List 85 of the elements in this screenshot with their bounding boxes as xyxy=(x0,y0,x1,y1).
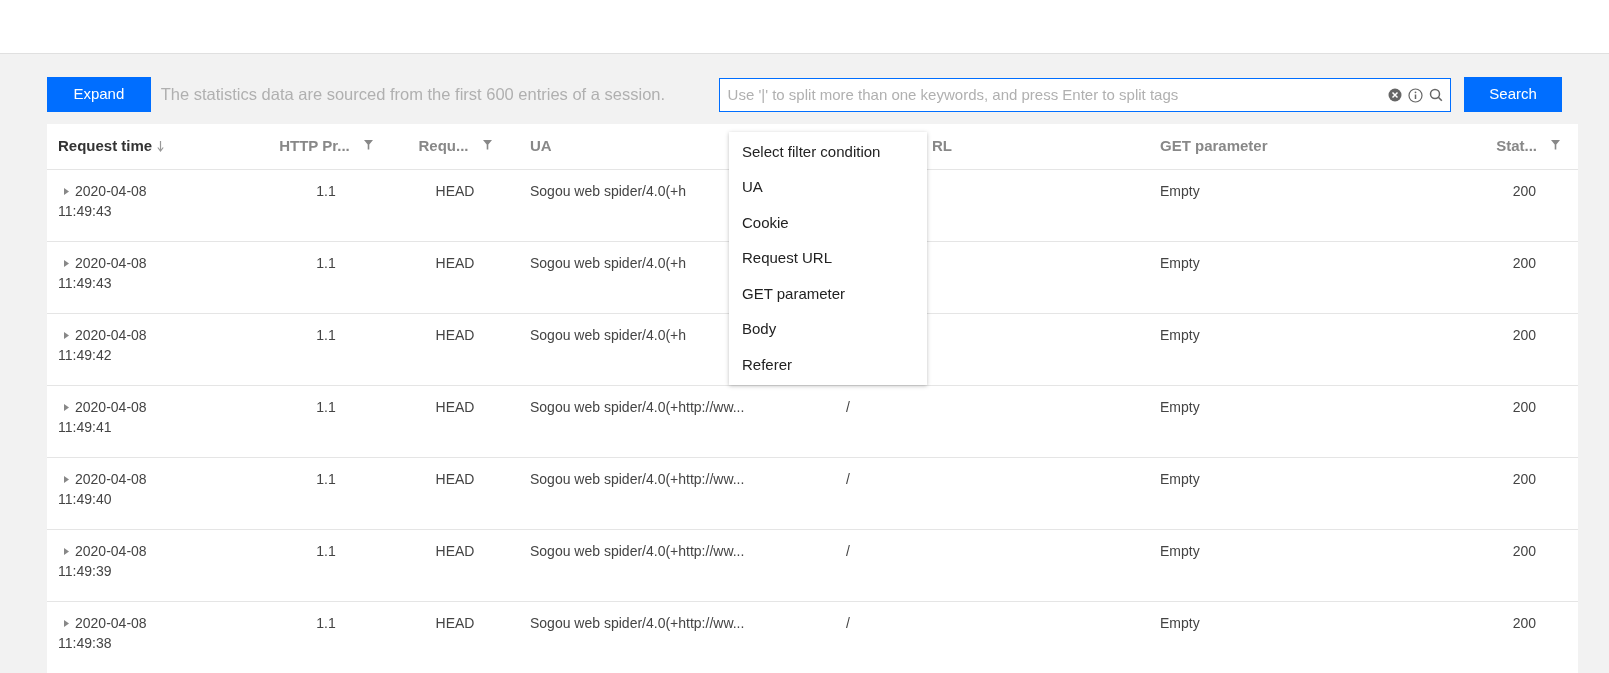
table-cell-text: 200 xyxy=(1512,470,1536,489)
table-cell-text: HEAD xyxy=(435,254,475,273)
menu-item[interactable]: Referer xyxy=(729,347,927,383)
expand-row-icon[interactable] xyxy=(64,547,69,555)
expand-row-icon[interactable] xyxy=(64,475,69,483)
time-text: 11:49:43 xyxy=(58,274,113,293)
date-text: 2020-04-08 xyxy=(75,614,147,633)
date-text: 2020-04-08 xyxy=(75,470,147,489)
table-cell-text: 200 xyxy=(1512,398,1536,417)
table-cell-text: Sogou web spider/4.0(+http://ww... xyxy=(530,614,745,633)
table-cell-text: Empty xyxy=(1160,182,1200,201)
table-cell-text: 200 xyxy=(1512,542,1536,561)
table-cell-text: Empty xyxy=(1160,326,1200,345)
table-cell-text: Sogou web spider/4.0(+h xyxy=(530,182,687,201)
date-text: 2020-04-08 xyxy=(75,398,147,417)
table-cell-text: 200 xyxy=(1512,182,1536,201)
info-icon[interactable] xyxy=(1408,87,1424,103)
column-header[interactable]: Request time xyxy=(58,135,153,158)
time-text: 11:49:38 xyxy=(58,634,113,653)
search-field[interactable]: Use '|' to split more than one keywords, and press Enter to split tags xyxy=(718,77,1452,112)
table-cell-text: HEAD xyxy=(435,326,475,345)
menu-item[interactable]: Cookie xyxy=(729,205,927,241)
time-text: 11:49:42 xyxy=(58,346,113,365)
table-cell-text: 1.1 xyxy=(316,326,336,345)
table-cell-text: HEAD xyxy=(435,470,475,489)
table-cell-text: / xyxy=(846,542,850,561)
search-button[interactable]: Search xyxy=(1464,77,1562,112)
table-cell-text: / xyxy=(846,398,850,417)
table-cell-text: 1.1 xyxy=(316,542,336,561)
date-text: 2020-04-08 xyxy=(75,542,147,561)
table-cell-text: Sogou web spider/4.0(+http://ww... xyxy=(530,470,745,489)
date-text: 2020-04-08 xyxy=(75,182,147,201)
column-header[interactable]: Requ... xyxy=(418,135,469,158)
time-text: 11:49:43 xyxy=(58,202,113,221)
column-header[interactable]: Stat... xyxy=(1496,135,1537,158)
table-cell-text: Sogou web spider/4.0(+http://ww... xyxy=(530,398,745,417)
filter-icon[interactable] xyxy=(1551,139,1560,150)
table-cell-text: 200 xyxy=(1512,614,1536,633)
table-cell-text: Empty xyxy=(1160,470,1200,489)
table-cell-text: 1.1 xyxy=(316,398,336,417)
table-cell-text: Empty xyxy=(1160,398,1200,417)
expand-row-icon[interactable] xyxy=(64,187,69,195)
expand-row-icon[interactable] xyxy=(64,619,69,627)
table-cell-text: HEAD xyxy=(435,542,475,561)
table-cell-text: 200 xyxy=(1512,326,1536,345)
table-cell-text: Empty xyxy=(1160,542,1200,561)
table-cell-text: 1.1 xyxy=(316,182,336,201)
menu-item[interactable]: GET parameter xyxy=(729,276,927,312)
expand-row-icon[interactable] xyxy=(64,403,69,411)
filter-icon[interactable] xyxy=(482,139,492,150)
expand-button[interactable]: Expand xyxy=(47,77,151,112)
expand-row-icon[interactable] xyxy=(64,331,69,339)
hint-text: The statistics data are sourced from the first 600 entries of a session. xyxy=(160,85,666,103)
table-cell-text: 1.1 xyxy=(316,254,336,273)
expand-row-icon[interactable] xyxy=(64,259,69,267)
column-header[interactable]: HTTP Pr... xyxy=(279,135,350,158)
table-cell-text: HEAD xyxy=(435,614,475,633)
table-cell-text: / xyxy=(846,614,850,633)
table-cell-text: Empty xyxy=(1160,254,1200,273)
table-cell-text: Sogou web spider/4.0(+h xyxy=(530,326,687,345)
time-text: 11:49:39 xyxy=(58,562,113,581)
column-header[interactable]: UA xyxy=(530,135,552,158)
menu-item[interactable]: Select filter condition xyxy=(729,134,927,170)
clear-icon[interactable] xyxy=(1388,88,1403,102)
time-text: 11:49:40 xyxy=(58,490,113,509)
table-cell-text: 1.1 xyxy=(316,470,336,489)
table-cell-text: 200 xyxy=(1512,254,1536,273)
table-cell-text: HEAD xyxy=(435,182,475,201)
sort-arrow-icon[interactable] xyxy=(157,141,165,152)
table-cell-text: 1.1 xyxy=(316,614,336,633)
table-cell-text: HEAD xyxy=(435,398,475,417)
search-icon[interactable] xyxy=(1429,88,1444,102)
date-text: 2020-04-08 xyxy=(75,254,147,273)
menu-item[interactable]: UA xyxy=(729,169,927,205)
table-cell-text: Sogou web spider/4.0(+http://ww... xyxy=(530,542,745,561)
table-cell-text: / xyxy=(846,470,850,489)
table-cell-text: Empty xyxy=(1160,614,1200,633)
filter-icon[interactable] xyxy=(363,139,373,150)
menu-item[interactable]: Request URL xyxy=(729,240,927,276)
column-header[interactable]: RL xyxy=(932,135,952,158)
table-cell-text: Sogou web spider/4.0(+h xyxy=(530,254,687,273)
menu-item[interactable]: Body xyxy=(729,311,927,347)
time-text: 11:49:41 xyxy=(58,418,113,437)
date-text: 2020-04-08 xyxy=(75,326,147,345)
column-header[interactable]: GET parameter xyxy=(1160,135,1268,158)
